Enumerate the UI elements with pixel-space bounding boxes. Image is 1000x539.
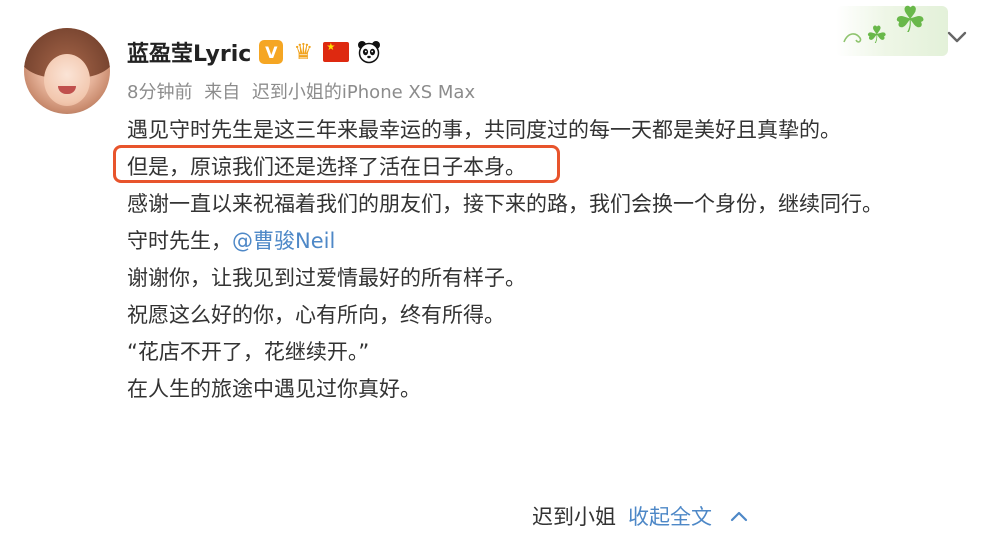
- mention-prefix: 守时先生，: [127, 229, 232, 253]
- avatar[interactable]: [24, 28, 110, 114]
- content-line-highlighted: 但是，原谅我们还是选择了活在日子本身。: [127, 155, 526, 179]
- china-flag-icon: ★: [323, 42, 350, 62]
- author-name[interactable]: 蓝盈莹Lyric: [127, 36, 251, 68]
- post-footer: 迟到小姐 收起全文: [532, 498, 748, 534]
- collapse-full-text-link[interactable]: 收起全文: [628, 501, 712, 531]
- content-line: 遇见守时先生是这三年来最幸运的事，共同度过的每一天都是美好且真挚的。: [127, 118, 841, 142]
- post-header: 蓝盈莹Lyric V ♛ ★: [127, 36, 381, 68]
- content-line: 谢谢你，让我见到过爱情最好的所有样子。: [127, 266, 526, 290]
- source-prefix: 来自: [204, 82, 241, 103]
- post-content: 遇见守时先生是这三年来最幸运的事，共同度过的每一天都是美好且真挚的。 但是，原谅…: [127, 112, 937, 408]
- clover-decoration: ☘ ☘: [836, 0, 948, 56]
- vine-icon: [843, 33, 862, 43]
- weibo-post: 蓝盈莹Lyric V ♛ ★ 8分钟前 来自 迟到小姐的iPhone XS Ma…: [0, 0, 1000, 539]
- footer-author[interactable]: 迟到小姐: [532, 501, 616, 531]
- content-line: 祝愿这么好的你，心有所向，终有所得。: [127, 303, 505, 327]
- source-device[interactable]: 迟到小姐的iPhone XS Max: [252, 82, 475, 103]
- chevron-up-icon[interactable]: [730, 510, 748, 522]
- content-line-mention: 守时先生，@曹骏Neil: [127, 223, 937, 260]
- content-line: 感谢一直以来祝福着我们的朋友们，接下来的路，我们会换一个身份，继续同行。: [127, 192, 883, 216]
- content-line: 在人生的旅途中遇见过你真好。: [127, 377, 421, 401]
- panda-icon: [357, 40, 381, 64]
- post-time: 8分钟前: [127, 82, 193, 103]
- verified-v-icon[interactable]: V: [259, 40, 284, 64]
- clover-icon: ☘: [894, 0, 927, 41]
- post-meta: 8分钟前 来自 迟到小姐的iPhone XS Max: [127, 78, 481, 104]
- clover-icon: ☘: [866, 21, 888, 49]
- mention-link[interactable]: @曹骏Neil: [232, 229, 335, 253]
- content-line: “花店不开了，花继续开。”: [127, 340, 370, 364]
- crown-icon[interactable]: ♛: [291, 40, 315, 65]
- post-menu-chevron-down-icon[interactable]: [946, 26, 968, 48]
- avatar-face: [44, 54, 90, 106]
